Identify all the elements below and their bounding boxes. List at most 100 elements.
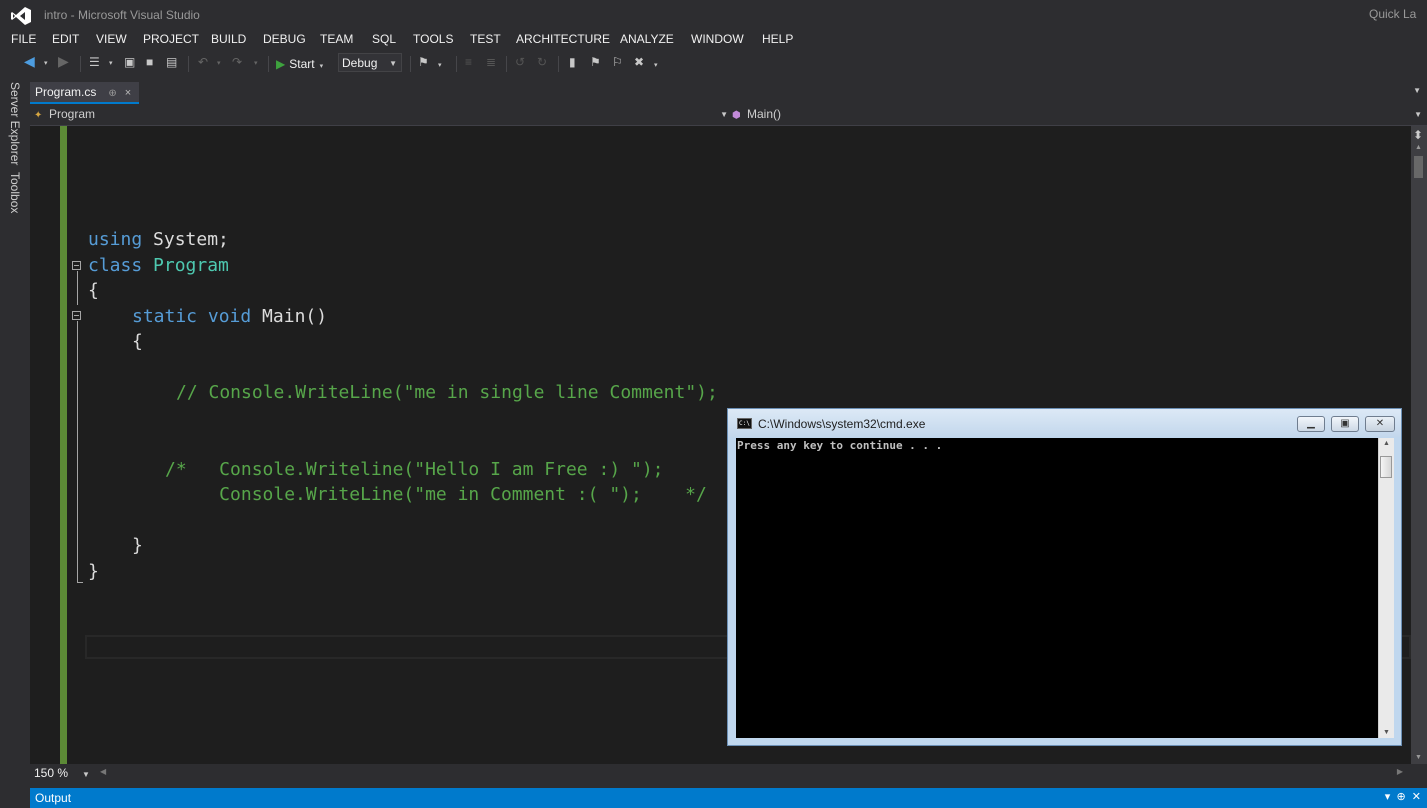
output-panel-bar[interactable]: Output ▾ ⊕ ✕ xyxy=(30,788,1427,808)
chevron-down-icon[interactable]: ▾ xyxy=(44,59,48,67)
class-dropdown[interactable]: ✦ Program ▼ xyxy=(34,107,728,121)
menu-help[interactable]: HELP xyxy=(762,32,793,46)
scrollbar-thumb[interactable] xyxy=(1380,456,1392,478)
console-output-area[interactable]: Press any key to continue . . . xyxy=(736,438,1378,738)
chevron-down-icon[interactable]: ▾ xyxy=(438,61,442,69)
navigate-back-icon[interactable]: ◀ xyxy=(24,53,35,70)
chevron-down-icon: ▾ xyxy=(319,63,324,70)
chevron-down-icon: ▼ xyxy=(389,59,397,68)
method-icon: ⬢ xyxy=(732,110,741,121)
console-title: C:\Windows\system32\cmd.exe xyxy=(758,417,926,431)
menu-test[interactable]: TEST xyxy=(470,32,501,46)
clear-bookmarks-icon[interactable]: ✖ xyxy=(634,55,644,69)
close-icon[interactable]: × xyxy=(125,87,131,99)
previous-bookmark-icon[interactable]: ⚑ xyxy=(590,55,601,69)
split-window-icon[interactable]: ⬍ xyxy=(1413,128,1423,142)
member-dropdown[interactable]: ⬢ Main() ▼ xyxy=(732,107,1422,121)
close-button[interactable]: ✕ xyxy=(1365,416,1395,432)
toolbox-tab[interactable]: Toolbox xyxy=(8,172,22,213)
toolbar-separator xyxy=(80,56,81,72)
console-window[interactable]: C:\ C:\Windows\system32\cmd.exe ▁ ▣ ✕ Pr… xyxy=(727,408,1402,746)
scroll-up-icon[interactable]: ▲ xyxy=(1383,440,1390,447)
editor-vertical-scrollbar[interactable]: ▲ ▼ xyxy=(1411,126,1427,764)
menu-view[interactable]: VIEW xyxy=(96,32,127,46)
title-bar: intro - Microsoft Visual Studio Quick La xyxy=(0,0,1427,30)
code-line-open-brace: { xyxy=(88,280,99,301)
menu-debug[interactable]: DEBUG xyxy=(263,32,306,46)
class-icon: ✦ xyxy=(34,110,43,121)
scroll-up-icon[interactable]: ▲ xyxy=(1415,144,1422,151)
tab-program-cs[interactable]: Program.cs ⊕ × xyxy=(30,82,140,104)
scroll-left-icon[interactable]: ◀ xyxy=(100,767,106,776)
menu-tools[interactable]: TOOLS xyxy=(413,32,453,46)
scroll-right-icon[interactable]: ▶ xyxy=(1397,767,1403,776)
outline-icon[interactable]: ≣ xyxy=(486,55,496,69)
uncomment-icon[interactable]: ↻ xyxy=(537,55,547,69)
outline-guide xyxy=(77,271,78,305)
open-file-icon[interactable]: ▣ xyxy=(124,55,135,69)
save-all-icon[interactable]: ▤ xyxy=(166,55,177,69)
menu-team[interactable]: TEAM xyxy=(320,32,353,46)
change-tracking-bar xyxy=(60,126,67,764)
keyword: using xyxy=(88,229,143,250)
chevron-down-icon[interactable]: ▾ xyxy=(109,59,113,67)
chevron-down-icon[interactable]: ▾ xyxy=(1385,791,1391,803)
find-in-files-icon[interactable]: ⚑ xyxy=(418,55,429,69)
chevron-down-icon[interactable]: ▾ xyxy=(654,61,658,69)
menu-build[interactable]: BUILD xyxy=(211,32,246,46)
output-tab[interactable]: Output xyxy=(35,791,71,805)
next-bookmark-icon[interactable]: ⚐ xyxy=(612,55,623,69)
code-line-block-comment: Console.WriteLine("me in Comment :( "); … xyxy=(165,484,707,505)
menu-window[interactable]: WINDOW xyxy=(691,32,744,46)
save-icon[interactable]: ■ xyxy=(146,55,153,69)
scroll-down-icon[interactable]: ▼ xyxy=(1415,754,1422,761)
toolbar-separator xyxy=(268,56,269,72)
menu-file[interactable]: FILE xyxy=(11,32,36,46)
code-line-block-comment: /* Console.Writeline("Hello I am Free :)… xyxy=(165,459,664,480)
member-name: Main() xyxy=(747,107,782,121)
pin-icon[interactable]: ⊕ xyxy=(1396,791,1405,803)
menu-edit[interactable]: EDIT xyxy=(52,32,79,46)
collapse-method-icon[interactable] xyxy=(72,311,81,320)
toolbar-separator xyxy=(558,56,559,72)
navigation-bar: ✦ Program ▼ ⬢ Main() ▼ xyxy=(30,104,1427,126)
menu-bar: FILE EDIT VIEW PROJECT BUILD DEBUG TEAM … xyxy=(0,30,1427,50)
editor-bottom-bar: 150 % ▼ ◀ ▶ xyxy=(30,764,1411,782)
menu-project[interactable]: PROJECT xyxy=(143,32,199,46)
chevron-down-icon[interactable]: ▾ xyxy=(254,59,258,67)
menu-sql[interactable]: SQL xyxy=(372,32,396,46)
bookmark-icon[interactable]: ▮ xyxy=(569,55,576,69)
navigate-forward-icon[interactable]: ▶ xyxy=(58,53,69,70)
undo-icon[interactable]: ↶ xyxy=(198,55,208,69)
server-explorer-tab[interactable]: Server Explorer xyxy=(8,82,22,165)
start-label: Start xyxy=(289,57,315,71)
console-output-text: Press any key to continue . . . xyxy=(737,439,943,452)
pin-icon[interactable]: ⊕ xyxy=(108,88,116,99)
minimize-button[interactable]: ▁ xyxy=(1297,416,1325,432)
scroll-down-icon[interactable]: ▼ xyxy=(1383,729,1390,736)
scrollbar-thumb[interactable] xyxy=(1414,156,1423,178)
quick-launch-input[interactable]: Quick La xyxy=(1361,0,1427,28)
collapse-class-icon[interactable] xyxy=(72,261,81,270)
tab-label: Program.cs xyxy=(35,85,97,99)
console-title-bar[interactable]: C:\ C:\Windows\system32\cmd.exe ▁ ▣ ✕ xyxy=(728,409,1401,437)
solution-configuration-select[interactable]: Debug ▼ xyxy=(338,53,402,72)
format-icon[interactable]: ≡ xyxy=(465,55,472,69)
chevron-down-icon[interactable]: ▼ xyxy=(1413,86,1421,95)
menu-analyze[interactable]: ANALYZE xyxy=(620,32,674,46)
zoom-level-dropdown[interactable]: 150 % ▼ xyxy=(34,766,90,780)
keyword: static xyxy=(132,306,198,327)
maximize-button[interactable]: ▣ xyxy=(1331,416,1359,432)
redo-icon[interactable]: ↷ xyxy=(232,55,242,69)
chevron-down-icon: ▼ xyxy=(1414,110,1422,119)
new-project-icon[interactable]: ☰ xyxy=(89,55,100,69)
close-icon[interactable]: ✕ xyxy=(1412,791,1421,803)
console-scrollbar[interactable]: ▲ ▼ xyxy=(1378,438,1394,738)
code-line-using: using System; xyxy=(88,228,229,252)
code-line-main: static void Main() xyxy=(132,305,327,329)
code-line-open-brace: { xyxy=(132,331,143,352)
chevron-down-icon[interactable]: ▾ xyxy=(217,59,221,67)
start-debugging-button[interactable]: ▶ Start ▾ xyxy=(276,54,323,74)
comment-icon[interactable]: ↺ xyxy=(515,55,525,69)
menu-architecture[interactable]: ARCHITECTURE xyxy=(516,32,610,46)
